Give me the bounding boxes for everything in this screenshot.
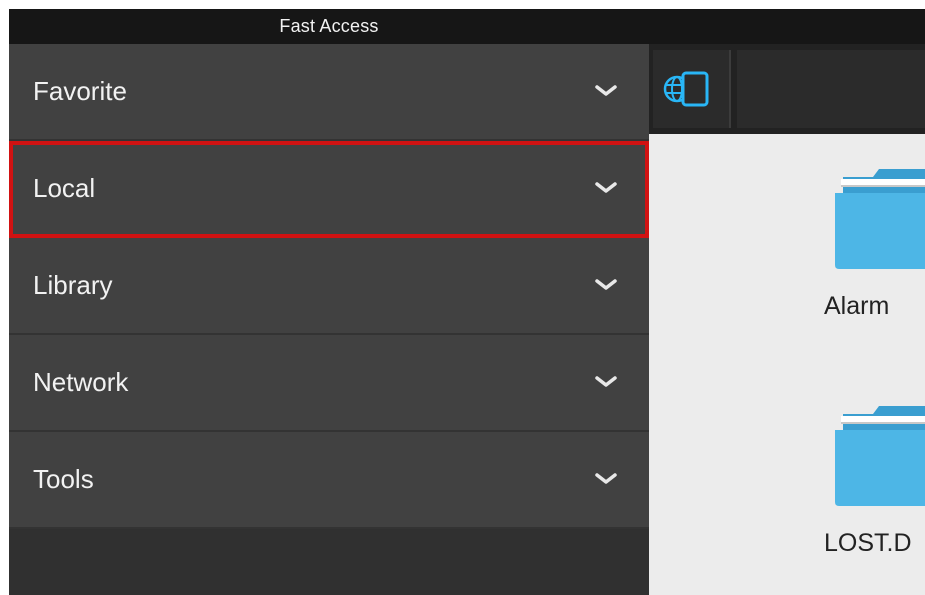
path-bar[interactable] (737, 50, 925, 128)
chevron-down-icon[interactable] (595, 278, 617, 292)
drawer-item-library[interactable]: Library (9, 238, 649, 335)
fast-access-drawer: Favorite Local Library Network Tools (9, 44, 649, 595)
folder-icon[interactable] (835, 396, 925, 506)
globe-device-icon (663, 71, 709, 107)
drawer-item-tools[interactable]: Tools (9, 432, 649, 529)
toolbar (649, 44, 925, 134)
drawer-item-label: Library (33, 270, 113, 300)
drawer-item-label: Tools (33, 464, 94, 494)
storage-selector-button[interactable] (653, 50, 731, 128)
file-manager-app: Fast Access Favorite Local Library Netwo… (9, 9, 925, 595)
drawer-title: Fast Access (279, 16, 379, 36)
screen: Fast Access Favorite Local Library Netwo… (0, 0, 925, 595)
file-name: Alarm (824, 292, 890, 320)
drawer-item-label: Local (33, 173, 96, 203)
drawer-item-label: Favorite (33, 76, 127, 106)
chevron-down-icon[interactable] (595, 84, 617, 98)
title-bar: Fast Access (9, 9, 925, 44)
chevron-down-icon[interactable] (595, 472, 617, 486)
drawer-item-local[interactable]: Local (9, 141, 649, 238)
file-grid: Alarm LOST.D (649, 134, 925, 595)
drawer-item-network[interactable]: Network (9, 335, 649, 432)
drawer-item-label: Network (33, 367, 129, 397)
chevron-down-icon[interactable] (595, 375, 617, 389)
file-name: LOST.D (824, 529, 912, 557)
chevron-down-icon[interactable] (595, 181, 617, 195)
folder-icon[interactable] (835, 159, 925, 269)
drawer-item-favorite[interactable]: Favorite (9, 44, 649, 141)
